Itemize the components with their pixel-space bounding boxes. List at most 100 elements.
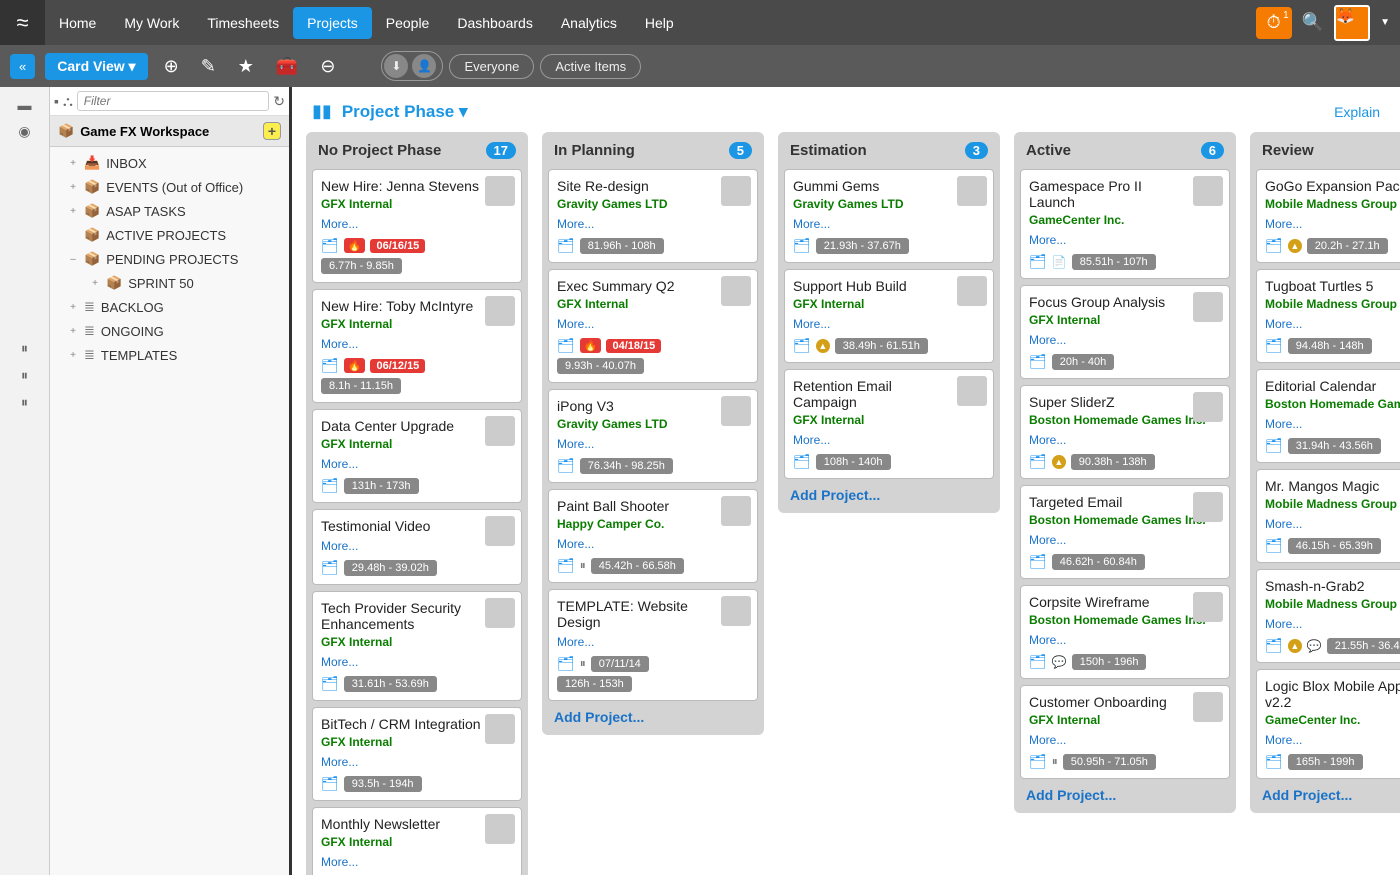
assignee-avatar[interactable] xyxy=(485,176,515,206)
folder-icon[interactable]: 🗂 xyxy=(1265,237,1283,254)
folder-icon[interactable]: 🗂 xyxy=(1265,337,1283,354)
folder-icon[interactable]: 🗂 xyxy=(793,453,811,470)
project-card[interactable]: Logic Blox Mobile App v2.2GameCenter Inc… xyxy=(1256,669,1400,779)
user-menu-caret[interactable]: ▼ xyxy=(1380,17,1390,28)
filter-everyone[interactable]: Everyone xyxy=(449,54,534,79)
add-project-link[interactable]: Add Project... xyxy=(542,701,764,725)
folder-icon[interactable]: 🗂 xyxy=(1265,437,1283,454)
nav-my-work[interactable]: My Work xyxy=(110,3,193,43)
folder-icon[interactable]: 🗂 xyxy=(321,675,339,692)
project-card[interactable]: Testimonial VideoMore...🗂29.48h - 39.02h xyxy=(312,509,522,585)
assignee-avatar[interactable] xyxy=(485,296,515,326)
folder-icon[interactable]: 🗂 xyxy=(557,337,575,354)
assignee-avatar[interactable] xyxy=(721,596,751,626)
project-card[interactable]: Monthly NewsletterGFX InternalMore...🗂 xyxy=(312,807,522,875)
tree-node[interactable]: +📦SPRINT 50 xyxy=(50,271,289,295)
tree-node[interactable]: +≣TEMPLATES xyxy=(50,343,289,367)
card-more-link[interactable]: More... xyxy=(1029,233,1066,247)
project-card[interactable]: GoGo Expansion PackMobile Madness Group … xyxy=(1256,169,1400,263)
folder-icon[interactable]: 🗂 xyxy=(321,477,339,494)
tree-node[interactable]: +📦EVENTS (Out of Office) xyxy=(50,175,289,199)
board-title[interactable]: Project Phase ▾ xyxy=(342,102,468,122)
project-card[interactable]: Site Re-designGravity Games LTDMore...🗂8… xyxy=(548,169,758,263)
folder-icon[interactable]: 🗂 xyxy=(1029,253,1047,270)
project-card[interactable]: New Hire: Jenna StevensGFX InternalMore.… xyxy=(312,169,522,283)
tree-node[interactable]: +≣ONGOING xyxy=(50,319,289,343)
view-selector[interactable]: Card View ▾ xyxy=(45,53,147,80)
card-more-link[interactable]: More... xyxy=(1029,533,1066,547)
assignee-avatar[interactable] xyxy=(957,376,987,406)
assignee-avatar[interactable] xyxy=(1193,692,1223,722)
project-card[interactable]: New Hire: Toby McIntyreGFX InternalMore.… xyxy=(312,289,522,403)
expand-icon[interactable]: + xyxy=(68,206,78,217)
card-more-link[interactable]: More... xyxy=(557,437,594,451)
tree-node[interactable]: +📦ASAP TASKS xyxy=(50,199,289,223)
card-more-link[interactable]: More... xyxy=(1029,633,1066,647)
folder-icon[interactable]: 🗂 xyxy=(321,775,339,792)
tree-node[interactable]: –📦PENDING PROJECTS xyxy=(50,247,289,271)
sidebar-icon[interactable]: ▪ xyxy=(54,93,59,109)
project-card[interactable]: Tech Provider Security EnhancementsGFX I… xyxy=(312,591,522,701)
notification-bell[interactable]: ⏱1 xyxy=(1256,7,1292,39)
refresh-icon[interactable]: ↻ xyxy=(273,93,285,110)
assignee-avatar[interactable] xyxy=(1193,592,1223,622)
tree-node[interactable]: +≣BACKLOG xyxy=(50,295,289,319)
project-card[interactable]: Gummi GemsGravity Games LTDMore...🗂21.93… xyxy=(784,169,994,263)
project-card[interactable]: Customer OnboardingGFX InternalMore...🗂⏸… xyxy=(1020,685,1230,779)
folder-icon[interactable]: 🗂 xyxy=(1029,653,1047,670)
rail-icon[interactable]: ▬ xyxy=(18,97,32,113)
explain-link[interactable]: Explain xyxy=(1334,104,1380,120)
app-logo[interactable]: ≈ xyxy=(0,0,45,45)
project-card[interactable]: Editorial CalendarBoston Homemade Games … xyxy=(1256,369,1400,463)
assignee-avatar[interactable] xyxy=(1193,176,1223,206)
project-card[interactable]: BitTech / CRM IntegrationGFX InternalMor… xyxy=(312,707,522,801)
star-icon[interactable]: ★ xyxy=(232,56,260,77)
expand-icon[interactable]: + xyxy=(68,326,78,337)
card-more-link[interactable]: More... xyxy=(557,537,594,551)
project-card[interactable]: Tugboat Turtles 5Mobile Madness Group In… xyxy=(1256,269,1400,363)
edit-icon[interactable]: ✎ xyxy=(195,56,222,77)
nav-help[interactable]: Help xyxy=(631,3,688,43)
nav-analytics[interactable]: Analytics xyxy=(547,3,631,43)
project-card[interactable]: Super SliderZBoston Homemade Games Inc.M… xyxy=(1020,385,1230,479)
folder-icon[interactable]: 🗂 xyxy=(557,557,575,574)
project-card[interactable]: Paint Ball ShooterHappy Camper Co.More..… xyxy=(548,489,758,583)
assignee-avatar[interactable] xyxy=(1193,492,1223,522)
pause-icon[interactable]: ⏸ xyxy=(21,340,28,357)
user-avatar[interactable]: 🦊 xyxy=(1334,5,1370,41)
add-icon[interactable]: ⊕ xyxy=(158,56,185,77)
add-project-link[interactable]: Add Project... xyxy=(1014,779,1236,803)
folder-icon[interactable]: 🗂 xyxy=(321,559,339,576)
card-more-link[interactable]: More... xyxy=(321,337,358,351)
assignee-avatar[interactable] xyxy=(721,276,751,306)
folder-icon[interactable]: 🗂 xyxy=(1029,453,1047,470)
project-card[interactable]: Retention Email CampaignGFX InternalMore… xyxy=(784,369,994,479)
expand-icon[interactable]: + xyxy=(68,182,78,193)
project-card[interactable]: Exec Summary Q2GFX InternalMore...🗂🔥04/1… xyxy=(548,269,758,383)
nav-dashboards[interactable]: Dashboards xyxy=(443,3,547,43)
card-more-link[interactable]: More... xyxy=(321,217,358,231)
card-more-link[interactable]: More... xyxy=(1265,417,1302,431)
project-card[interactable]: Corpsite WireframeBoston Homemade Games … xyxy=(1020,585,1230,679)
card-more-link[interactable]: More... xyxy=(557,317,594,331)
project-card[interactable]: TEMPLATE: Website DesignMore...🗂⏸07/11/1… xyxy=(548,589,758,701)
card-more-link[interactable]: More... xyxy=(1265,733,1302,747)
folder-icon[interactable]: 🗂 xyxy=(1265,637,1283,654)
folder-icon[interactable]: 🗂 xyxy=(557,457,575,474)
project-card[interactable]: Gamespace Pro II LaunchGameCenter Inc.Mo… xyxy=(1020,169,1230,279)
card-more-link[interactable]: More... xyxy=(321,457,358,471)
project-card[interactable]: Mr. Mangos MagicMobile Madness Group Inc… xyxy=(1256,469,1400,563)
card-more-link[interactable]: More... xyxy=(1029,733,1066,747)
card-more-link[interactable]: More... xyxy=(1265,617,1302,631)
folder-icon[interactable]: 🗂 xyxy=(1029,753,1047,770)
card-more-link[interactable]: More... xyxy=(557,635,594,649)
briefcase-icon[interactable]: 🧰 xyxy=(270,56,304,77)
card-more-link[interactable]: More... xyxy=(557,217,594,231)
assignee-avatar[interactable] xyxy=(1193,392,1223,422)
nav-people[interactable]: People xyxy=(372,3,444,43)
expand-icon[interactable]: + xyxy=(90,278,100,289)
pause-icon[interactable]: ⏸ xyxy=(21,394,28,411)
assignee-avatar[interactable] xyxy=(1193,292,1223,322)
card-more-link[interactable]: More... xyxy=(1265,217,1302,231)
card-more-link[interactable]: More... xyxy=(1029,433,1066,447)
